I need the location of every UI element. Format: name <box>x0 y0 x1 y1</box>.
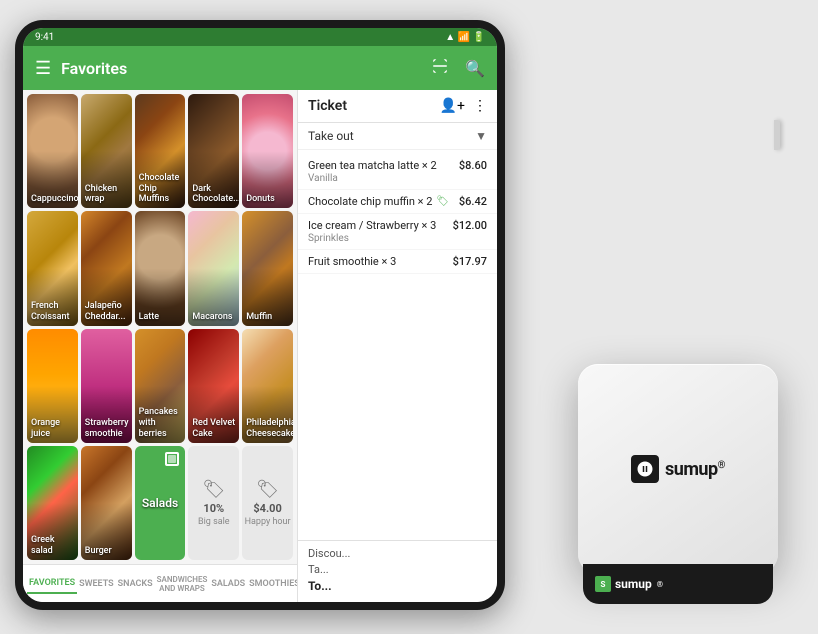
ticket-item-fruit-smoothie[interactable]: Fruit smoothie × 3 $17.97 <box>298 250 497 274</box>
tablet: 9:41 ▲ 📶 🔋 ☰ Favorites 🔍 <box>15 20 505 610</box>
device-side-button <box>774 120 780 150</box>
ticket-item-name-fruit-smoothie: Fruit smoothie × 3 <box>308 255 453 268</box>
grid-item-macarons[interactable]: Macarons <box>188 211 239 325</box>
page-title: Favorites <box>61 59 415 78</box>
left-panel: Cappuccino Chicken wrap <box>23 90 297 602</box>
discount-label: Discou... <box>308 547 350 560</box>
ticket-tax-row: Ta... <box>308 563 487 576</box>
ticket-item-sub-green-tea: Vanilla <box>308 173 487 184</box>
discount-tag-icon: 🏷 <box>436 196 449 207</box>
grid-item-red-velvet[interactable]: Red Velvet Cake <box>188 329 239 443</box>
grid-item-big-sale[interactable]: 🏷 10% Big sale <box>188 446 239 560</box>
status-time: 9:41 <box>35 32 54 43</box>
ticket-header: Ticket 👤+ ⋮ <box>298 90 497 123</box>
grid-item-donuts[interactable]: Donuts <box>242 94 293 208</box>
ticket-type-row[interactable]: Take out ▼ <box>298 123 497 150</box>
grid-item-happy-hour[interactable]: 🏷 $4.00 Happy hour <box>242 446 293 560</box>
tab-sandwiches[interactable]: SANDWICHES AND WRAPS <box>155 571 210 597</box>
sumup-logo-text: sumup® <box>665 459 725 480</box>
sumup-bottom-icon: S <box>595 576 611 592</box>
sumup-bottom-logo: S sumup ® <box>595 576 663 592</box>
ticket-header-icons: 👤+ ⋮ <box>440 98 487 114</box>
ticket-item-sub-ice-cream: Sprinkles <box>308 233 487 244</box>
ticket-title: Ticket <box>308 98 347 114</box>
total-label: To... <box>308 579 332 593</box>
grid-item-muffin[interactable]: Muffin <box>242 211 293 325</box>
grid-item-orange-juice[interactable]: Orange juice <box>27 329 78 443</box>
sumup-bottom-bar: S sumup ® <box>583 564 773 604</box>
scene: 9:41 ▲ 📶 🔋 ☰ Favorites 🔍 <box>0 0 818 634</box>
status-bar: 9:41 ▲ 📶 🔋 <box>23 28 497 46</box>
ticket-item-choc-muffin[interactable]: Chocolate chip muffin × 2 🏷 $6.42 <box>298 190 497 214</box>
grid-item-burger[interactable]: Burger <box>81 446 132 560</box>
search-icon[interactable]: 🔍 <box>465 59 485 78</box>
main-content: Cappuccino Chicken wrap <box>23 90 497 602</box>
sumup-logo-icon <box>631 455 659 483</box>
grid-item-french-croissant[interactable]: French Croissant <box>27 211 78 325</box>
bottom-tabs: FAVORITES SWEETS SNACKS SANDWICHES AND W… <box>23 564 297 602</box>
sumup-device: sumup® <box>578 364 778 574</box>
ticket-discount-row: Discou... <box>308 547 487 560</box>
ticket-type-dropdown-icon: ▼ <box>475 129 487 143</box>
food-grid: Cappuccino Chicken wrap <box>23 90 297 564</box>
ticket-items: Green tea matcha latte × 2 $8.60 Vanilla… <box>298 150 497 540</box>
grid-item-greek-salad[interactable]: Greek salad <box>27 446 78 560</box>
ticket-item-name-green-tea: Green tea matcha latte × 2 <box>308 159 459 172</box>
grid-item-choc-muffins[interactable]: Chocolate Chip Muffins <box>135 94 186 208</box>
grid-item-philly[interactable]: Philadelphia Cheesecake <box>242 329 293 443</box>
scan-icon[interactable] <box>431 57 449 79</box>
grid-item-pancakes[interactable]: Pancakes with berries <box>135 329 186 443</box>
ticket-item-name-choc-muffin: Chocolate chip muffin × 2 🏷 <box>308 195 459 208</box>
grid-item-cappuccino[interactable]: Cappuccino <box>27 94 78 208</box>
sumup-logo-area: sumup® <box>631 455 725 483</box>
ticket-item-price-fruit-smoothie: $17.97 <box>453 255 487 268</box>
tax-label: Ta... <box>308 563 329 576</box>
tab-snacks[interactable]: SNACKS <box>116 575 155 593</box>
sumup-bottom-text: sumup <box>615 577 652 591</box>
ticket-footer: Discou... Ta... To... <box>298 540 497 602</box>
tab-salads[interactable]: SALADS <box>209 575 247 593</box>
tab-sweets[interactable]: SWEETS <box>77 575 116 593</box>
more-options-icon[interactable]: ⋮ <box>473 98 487 114</box>
ticket-item-green-tea[interactable]: Green tea matcha latte × 2 $8.60 Vanilla <box>298 154 497 190</box>
tablet-screen: 9:41 ▲ 📶 🔋 ☰ Favorites 🔍 <box>23 28 497 602</box>
grid-item-latte[interactable]: Latte <box>135 211 186 325</box>
grid-item-salads[interactable]: Salads <box>135 446 186 560</box>
status-icons: ▲ 📶 🔋 <box>445 32 485 43</box>
grid-item-dark-chocolate[interactable]: Dark Chocolate... <box>188 94 239 208</box>
ticket-item-price-ice-cream: $12.00 <box>453 219 487 232</box>
menu-icon[interactable]: ☰ <box>35 58 51 79</box>
ticket-total-row: To... <box>308 579 487 593</box>
sumup-bottom-registered: ® <box>657 580 663 589</box>
grid-item-jalapeno[interactable]: Jalapeño Cheddar... <box>81 211 132 325</box>
ticket-item-price-choc-muffin: $6.42 <box>459 195 487 208</box>
tab-smoothies[interactable]: SMOOTHIES <box>247 575 297 593</box>
ticket-item-ice-cream[interactable]: Ice cream / Strawberry × 3 $12.00 Sprink… <box>298 214 497 250</box>
ticket-item-name-ice-cream: Ice cream / Strawberry × 3 <box>308 219 453 232</box>
ticket-panel: Ticket 👤+ ⋮ Take out ▼ Green t <box>297 90 497 602</box>
add-guest-icon[interactable]: 👤+ <box>440 98 465 114</box>
tab-favorites[interactable]: FAVORITES <box>27 574 77 594</box>
ticket-item-price-green-tea: $8.60 <box>459 159 487 172</box>
ticket-type: Take out <box>308 129 354 143</box>
app-header: ☰ Favorites 🔍 <box>23 46 497 90</box>
grid-item-chicken-wrap[interactable]: Chicken wrap <box>81 94 132 208</box>
grid-item-strawberry-smoothie[interactable]: Strawberry smoothie <box>81 329 132 443</box>
